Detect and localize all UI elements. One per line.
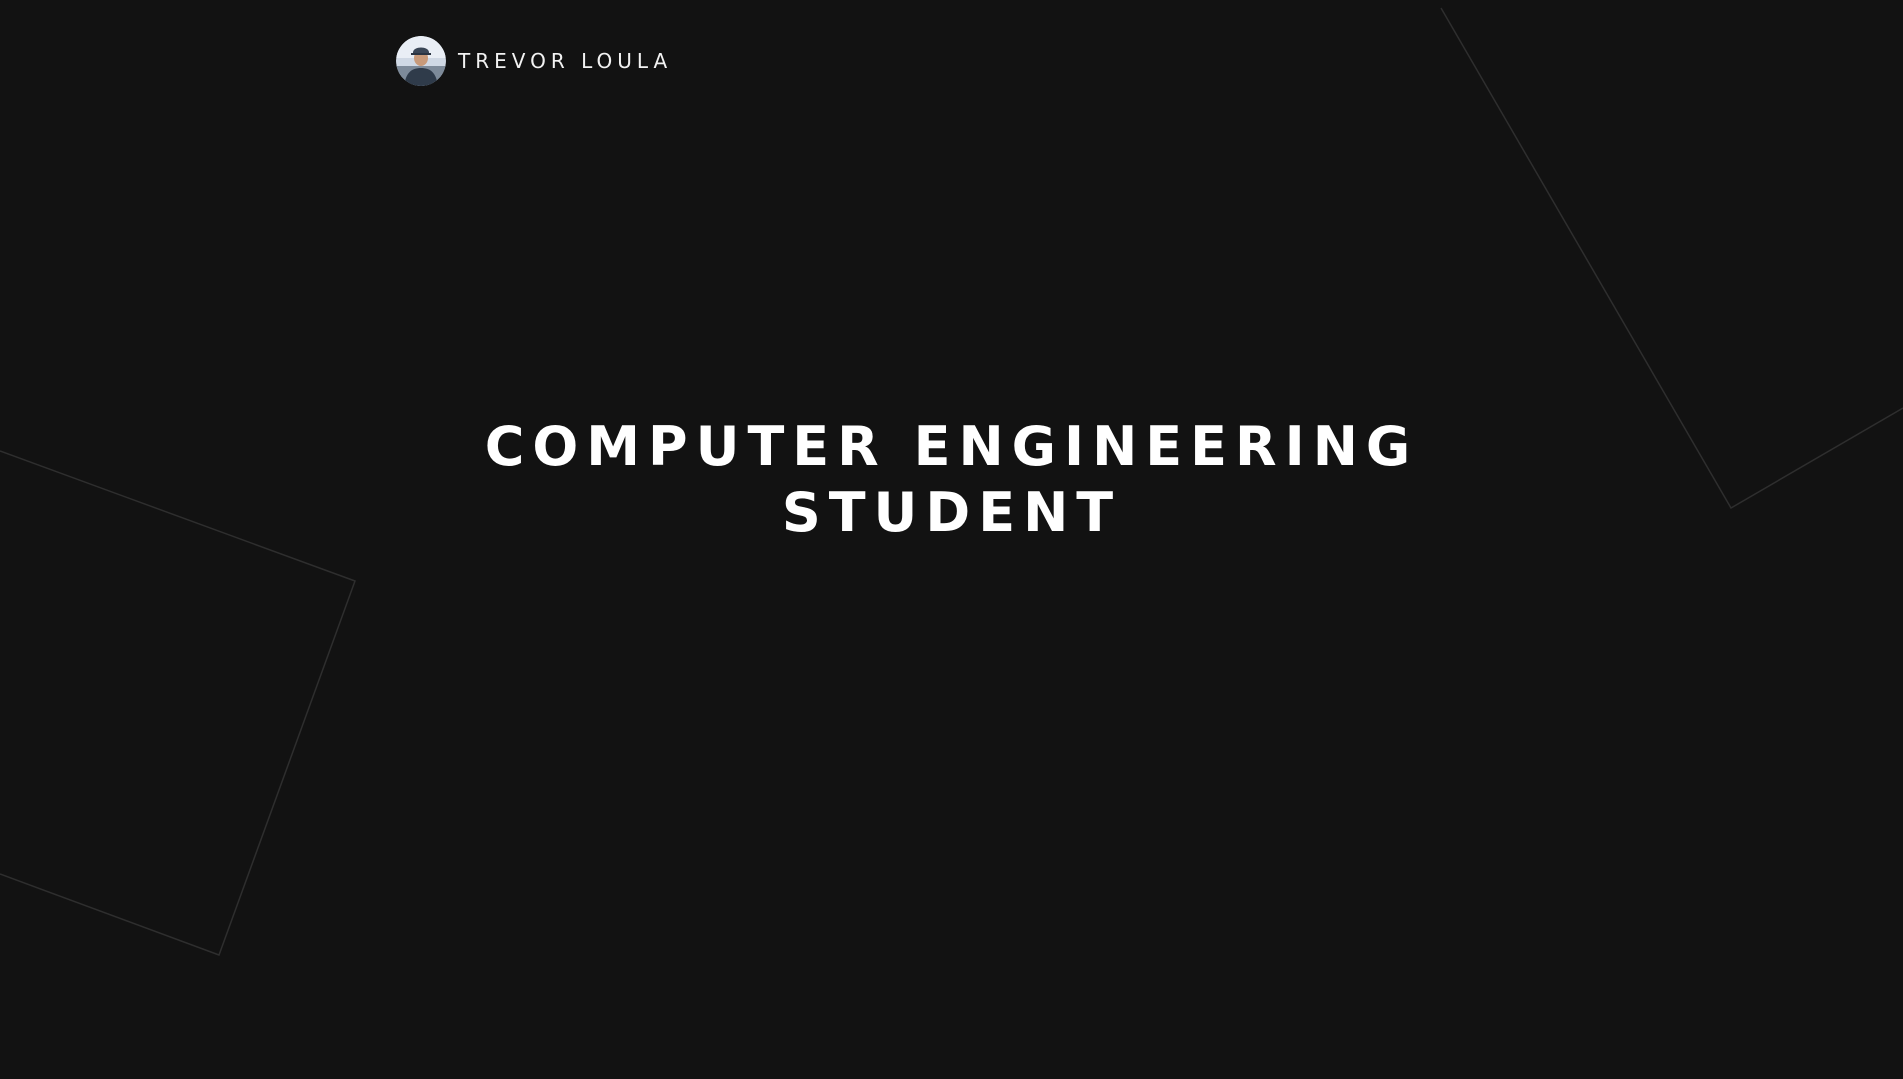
hero-section: COMPUTER ENGINEERING STUDENT (0, 414, 1903, 546)
avatar (396, 36, 446, 86)
hero-title-line-2: STUDENT (781, 481, 1122, 544)
site-owner-name: TREVOR LOULA (458, 49, 673, 73)
hero-title-line-1: COMPUTER ENGINEERING (484, 415, 1419, 478)
hero-title: COMPUTER ENGINEERING STUDENT (485, 414, 1418, 546)
home-link[interactable]: TREVOR LOULA (396, 36, 672, 86)
page: TREVOR LOULA COMPUTER ENGINEERING STUDEN… (0, 0, 1903, 1079)
